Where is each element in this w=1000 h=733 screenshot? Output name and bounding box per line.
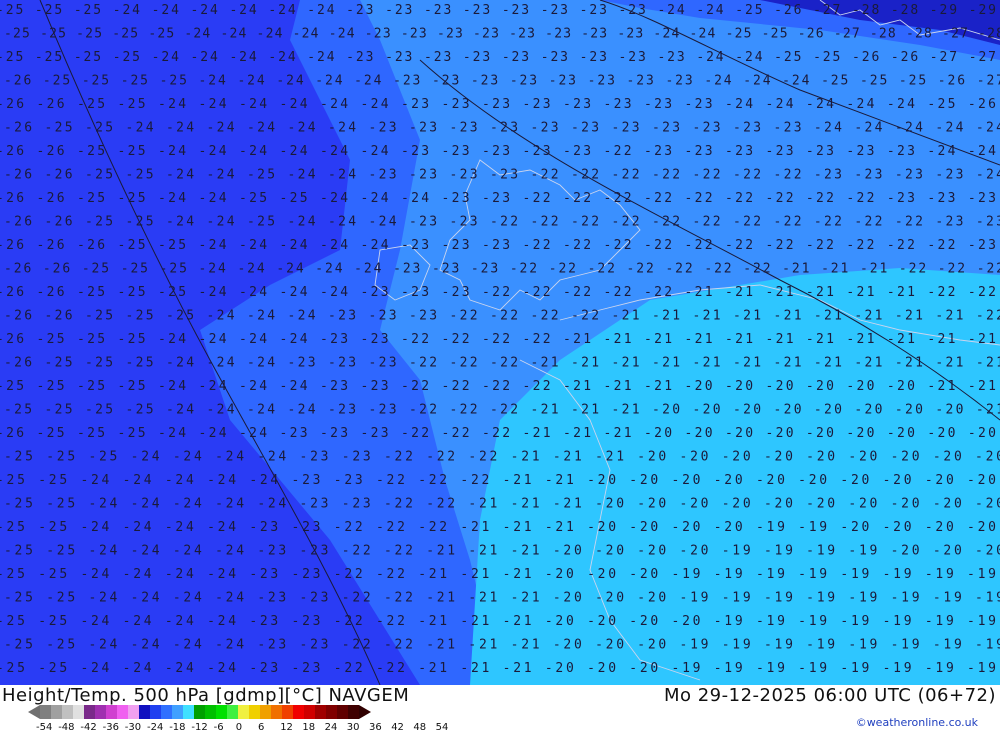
color-scale [28,705,371,719]
scale-label: 6 [258,722,265,733]
scale-swatch [73,705,84,719]
scale-swatch [40,705,51,719]
scale-swatch [183,705,194,719]
temperature-label-row: -25 -25 -25 -25 -24 -24 -24 -24 -23 -23 … [0,379,996,394]
scale-swatch [326,705,337,719]
temperature-label-row: -25 -25 -24 -24 -24 -24 -23 -23 -22 -22 … [4,544,1000,559]
scale-swatch [260,705,271,719]
scale-swatch [128,705,139,719]
temperature-label-row: -26 -25 -25 -25 -25 -24 -24 -24 -24 -24 … [4,74,1000,89]
scale-swatch [293,705,304,719]
scale-swatch [139,705,150,719]
scale-swatch [194,705,205,719]
temperature-label-row: -25 -25 -24 -24 -24 -24 -24 -23 -23 -22 … [0,473,996,488]
map-area: -25 -25 -25 -24 -24 -24 -24 -24 -24 -23 … [0,0,1000,685]
temperature-label-row: -25 -25 -24 -24 -24 -24 -23 -23 -22 -22 … [0,614,996,629]
temperature-label-row: -26 -26 -25 -25 -24 -24 -24 -24 -24 -24 … [0,97,996,112]
temperature-label-row: -25 -25 -25 -25 -24 -24 -24 -24 -23 -23 … [4,403,1000,418]
scale-label: 30 [346,722,360,733]
map-footer: Height/Temp. 500 hPa [gdmp][°C] NAVGEM M… [0,685,1000,733]
scale-swatch [62,705,73,719]
scale-label: -24 [147,722,164,733]
scale-label: 18 [302,722,316,733]
scale-swatch [106,705,117,719]
temperature-label-row: -25 -25 -25 -25 -24 -24 -24 -24 -24 -23 … [0,50,996,65]
temperature-label-row: -26 -25 -25 -25 -24 -24 -24 -24 -23 -23 … [0,332,996,347]
temperature-label-row: -25 -25 -25 -24 -24 -24 -24 -24 -24 -23 … [0,3,996,18]
credit-link[interactable]: ©weatheronline.co.uk [856,716,978,729]
scale-swatch [150,705,161,719]
scale-label: 42 [391,722,404,733]
temperature-label-row: -26 -26 -25 -25 -24 -24 -25 -24 -24 -23 … [4,168,1000,183]
scale-arrow-left [28,705,40,719]
scale-swatch [238,705,249,719]
temperature-label-row: -26 -26 -25 -25 -25 -24 -24 -24 -23 -23 … [4,309,1000,324]
scale-label: -54 [36,722,53,733]
scale-label: -18 [169,722,186,733]
temperature-label-row: -26 -26 -25 -25 -24 -24 -24 -24 -24 -24 … [0,144,996,159]
scale-swatch [216,705,227,719]
scale-swatch [84,705,95,719]
scale-label: -30 [124,722,142,733]
temperature-label-row: -26 -26 -25 -25 -25 -24 -24 -24 -24 -23 … [0,285,996,300]
scale-label: 54 [435,722,449,733]
scale-swatch [282,705,293,719]
scale-swatch [172,705,183,719]
temperature-label-row: -26 -26 -25 -25 -24 -24 -25 -25 -24 -24 … [0,191,996,206]
temperature-label-row: -25 -25 -24 -24 -24 -24 -23 -23 -22 -22 … [0,520,996,535]
temperature-label-row: -26 -25 -25 -24 -24 -24 -24 -24 -24 -23 … [4,121,1000,136]
scale-swatch [271,705,282,719]
temperature-label-row: -25 -25 -24 -24 -24 -24 -23 -23 -22 -22 … [4,638,1000,653]
map-title: Height/Temp. 500 hPa [gdmp][°C] NAVGEM [2,685,410,706]
scale-swatch [315,705,326,719]
scale-label: 36 [369,722,382,733]
scale-swatch [304,705,315,719]
scale-swatch [227,705,238,719]
scale-swatch [249,705,260,719]
scale-label: -6 [213,722,224,733]
temperature-label-row: -25 -25 -24 -24 -24 -24 -23 -23 -22 -22 … [0,567,996,582]
scale-label: 24 [324,722,338,733]
temperature-map: -25 -25 -25 -24 -24 -24 -24 -24 -24 -23 … [0,0,1000,685]
scale-label: 0 [235,722,243,733]
scale-arrow-right [359,705,371,719]
temperature-label-row: -26 -25 -25 -25 -24 -24 -24 -23 -23 -23 … [4,356,1000,371]
temperature-label-row: -26 -26 -25 -25 -25 -24 -24 -24 -24 -24 … [4,262,1000,277]
scale-swatch [348,705,359,719]
scale-label: -48 [58,722,75,733]
scale-label: -42 [80,722,97,733]
scale-swatch [117,705,128,719]
temperature-label-row: -26 -26 -26 -25 -25 -24 -24 -24 -24 -24 … [0,238,996,253]
valid-time: Mo 29-12-2025 06:00 UTC (06+72) [663,685,996,706]
temperature-label-row: -25 -25 -24 -24 -24 -24 -24 -23 -23 -22 … [4,497,1000,512]
scale-swatch [161,705,172,719]
scale-label: -12 [191,722,208,733]
scale-label: -36 [102,722,119,733]
scale-swatch [205,705,216,719]
color-scale-boxes [28,705,371,719]
temperature-label-row: -25 -25 -25 -24 -24 -24 -24 -23 -23 -22 … [4,450,1000,465]
temperature-label-row: -26 -25 -25 -25 -24 -24 -24 -23 -23 -23 … [0,426,996,441]
temperature-label-row: -26 -26 -25 -25 -24 -24 -25 -24 -24 -24 … [4,215,1000,230]
scale-label: 12 [280,722,293,733]
temperature-label-row: -25 -25 -24 -24 -24 -24 -23 -23 -22 -22 … [0,661,996,676]
scale-swatch [51,705,62,719]
temperature-label-row: -25 -25 -25 -25 -25 -24 -24 -24 -24 -24 … [4,27,1000,42]
scale-swatch [95,705,106,719]
scale-label: 48 [413,722,427,733]
temperature-label-row: -25 -25 -24 -24 -24 -24 -23 -23 -22 -22 … [4,591,1000,606]
scale-swatch [337,705,348,719]
